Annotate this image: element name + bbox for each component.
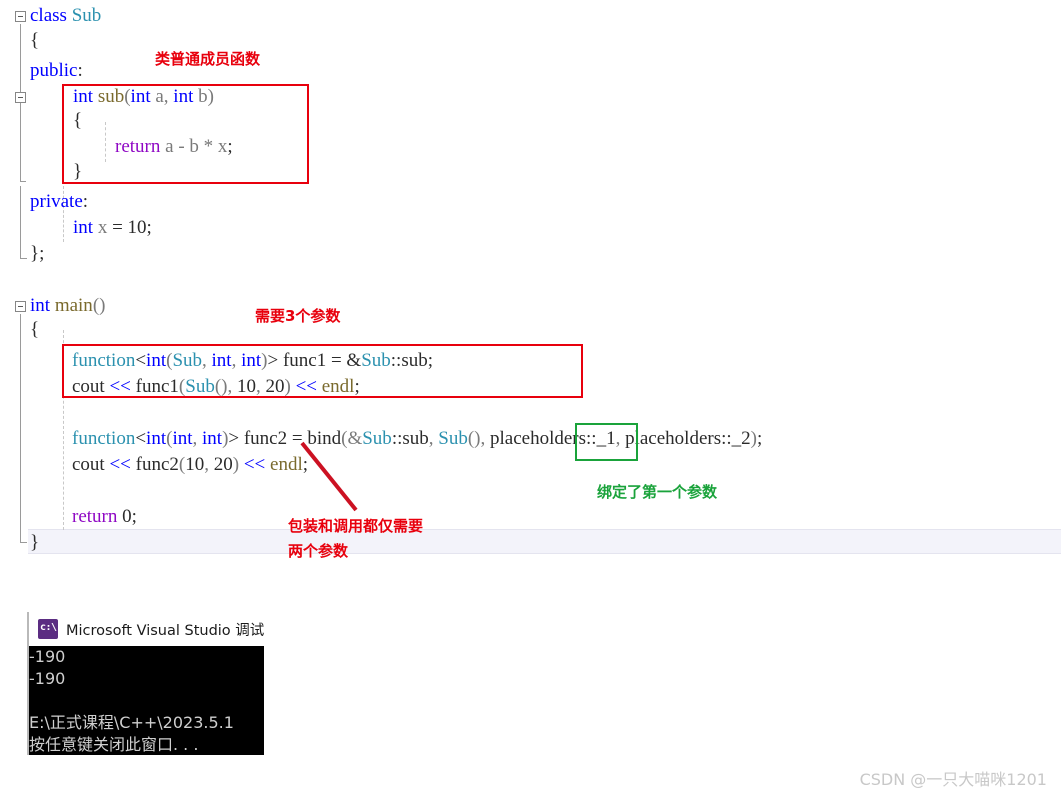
bound-first-arg-note: 绑定了第一个参数 xyxy=(597,483,718,501)
console-window-title: Microsoft Visual Studio 调试 xyxy=(66,622,264,639)
csdn-watermark: CSDN @一只大喵咪1201 xyxy=(859,770,1047,789)
console-line-2: E:\正式课程\C++\2023.5.1 xyxy=(29,713,234,732)
class-member-function-note: 类普通成员函数 xyxy=(155,50,261,68)
console-line-3: 按任意键关闭此窗口. . . xyxy=(29,735,199,754)
console-app-icon: c:\ xyxy=(38,619,58,639)
console-output[interactable]: -190 -190 E:\正式课程\C++\2023.5.1 按任意键关闭此窗口. .… xyxy=(29,646,264,755)
code-editor[interactable]: class Sub{public: int sub(int a, int b){r… xyxy=(0,0,1061,570)
needs-three-args-note: 需要3个参数 xyxy=(255,307,341,325)
console-app-icon-glyph: c:\ xyxy=(40,622,57,633)
console-line-0: -190 xyxy=(29,647,66,666)
console-line-1: -190 xyxy=(29,669,66,688)
wrap-and-call-note-line1: 包装和调用都仅需要 xyxy=(288,517,424,535)
annotation-arrow-to-wrap-note xyxy=(300,441,358,512)
console-titlebar[interactable]: c:\ Microsoft Visual Studio 调试 xyxy=(29,612,264,646)
wrap-and-call-note-line2: 两个参数 xyxy=(288,542,349,560)
console-window[interactable]: c:\ Microsoft Visual Studio 调试 -190 -190 E… xyxy=(27,612,264,755)
